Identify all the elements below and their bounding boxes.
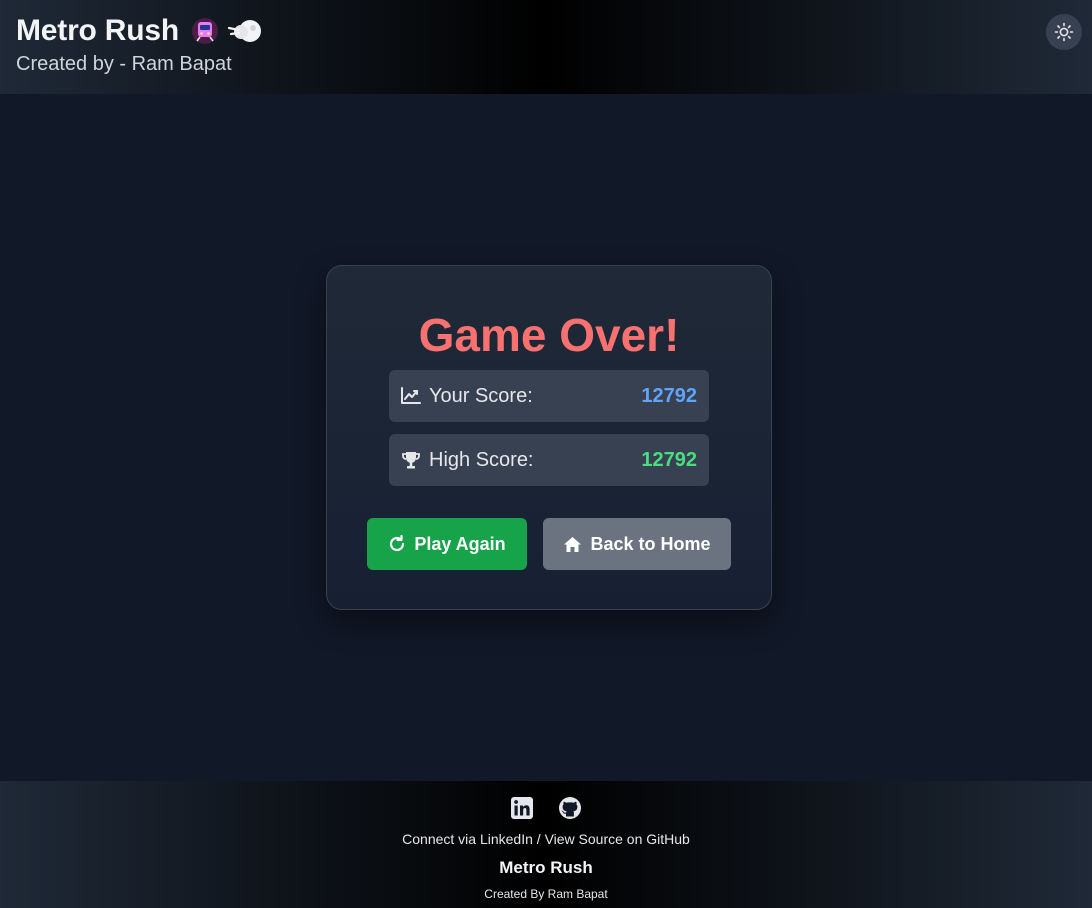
github-icon: [559, 797, 581, 819]
linkedin-text-link[interactable]: Connect via LinkedIn: [402, 831, 533, 847]
back-to-home-label: Back to Home: [590, 533, 711, 554]
chart-line-icon: [401, 386, 421, 406]
metro-train-icon: [191, 17, 219, 45]
play-again-button[interactable]: Play Again: [367, 518, 527, 570]
github-link[interactable]: [558, 796, 582, 820]
game-over-card: Game Over! Your Score: 12792 High Score:…: [326, 265, 772, 610]
redo-icon: [390, 535, 405, 552]
high-score-value: 12792: [641, 448, 697, 471]
app-header: Metro Rush Created by - Ram Bapat: [0, 0, 1092, 94]
trophy-icon: [401, 450, 421, 470]
play-again-label: Play Again: [414, 533, 506, 554]
app-footer: Connect via LinkedIn / View Source on Gi…: [0, 781, 1092, 908]
header-subtitle: Created by - Ram Bapat: [16, 53, 232, 75]
linkedin-link[interactable]: [510, 796, 534, 820]
linkedin-icon: [511, 797, 533, 819]
github-text-link[interactable]: View Source on GitHub: [545, 831, 690, 847]
high-score-row: High Score: 12792: [389, 434, 709, 486]
your-score-row: Your Score: 12792: [389, 370, 709, 422]
your-score-label: Your Score:: [429, 384, 533, 407]
theme-toggle-button[interactable]: [1046, 14, 1082, 50]
dash-icon: [227, 16, 263, 46]
high-score-label: High Score:: [429, 448, 534, 471]
sun-icon: [1054, 22, 1074, 42]
back-to-home-button[interactable]: Back to Home: [543, 518, 731, 570]
app-title: Metro Rush: [16, 14, 180, 47]
footer-title: Metro Rush: [499, 858, 593, 877]
footer-links-text: Connect via LinkedIn / View Source on Gi…: [0, 831, 1092, 847]
your-score-value: 12792: [641, 384, 697, 407]
game-over-title: Game Over!: [418, 309, 680, 361]
social-links: [0, 796, 1092, 820]
links-separator: /: [532, 831, 545, 847]
footer-credit: Created By Ram Bapat: [484, 887, 608, 901]
home-icon: [564, 536, 582, 552]
brand: Metro Rush: [16, 14, 263, 48]
